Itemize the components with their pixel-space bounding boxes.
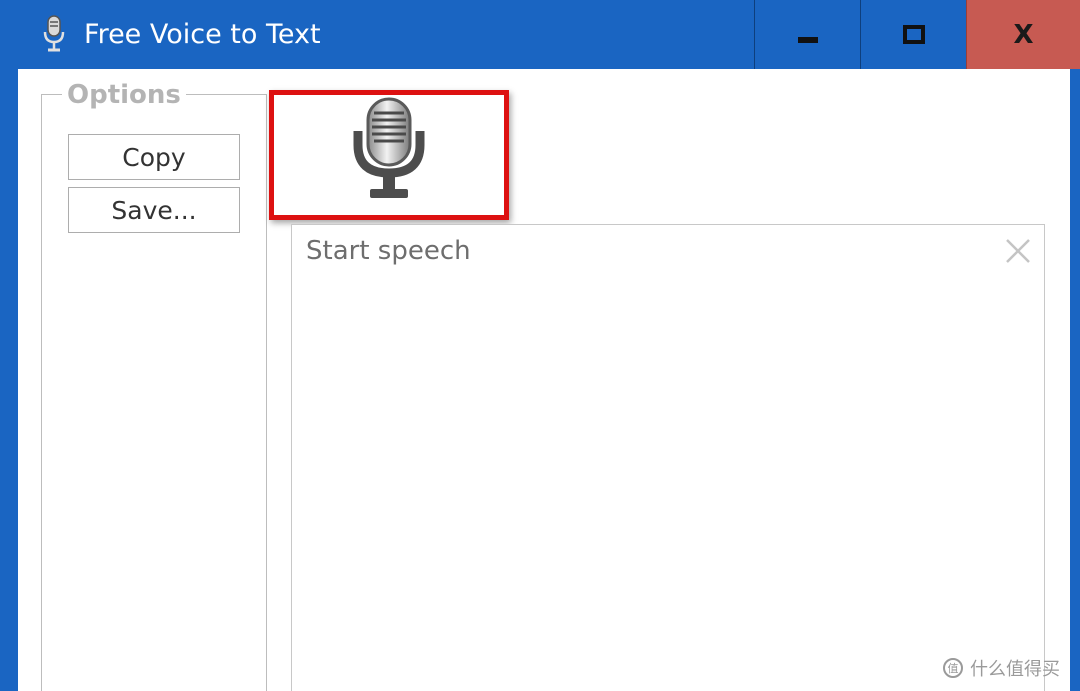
window-title: Free Voice to Text <box>84 19 321 50</box>
client-area: Options Copy Save... Start speech 值 什么值得… <box>18 69 1070 691</box>
window-border-right <box>1070 69 1080 691</box>
speech-text-area[interactable]: Start speech <box>291 224 1045 691</box>
options-groupbox <box>41 94 267 691</box>
maximize-button[interactable] <box>860 0 966 69</box>
maximize-icon <box>902 24 925 44</box>
speech-placeholder: Start speech <box>306 236 471 266</box>
close-button-label: X <box>1013 19 1034 50</box>
options-legend: Options <box>62 79 186 111</box>
svg-text:值: 值 <box>948 662 959 675</box>
close-button[interactable]: X <box>966 0 1080 69</box>
minimize-button[interactable] <box>754 0 860 69</box>
app-microphone-icon <box>43 15 65 52</box>
watermark-text: 什么值得买 <box>970 659 1060 680</box>
microphone-icon[interactable] <box>344 95 434 205</box>
watermark-logo-icon: 值 <box>943 658 963 678</box>
window-border-left <box>0 69 18 691</box>
title-bar[interactable]: Free Voice to Text X <box>0 0 1080 69</box>
minimize-icon <box>797 36 818 43</box>
save-button[interactable]: Save... <box>68 187 240 233</box>
close-icon[interactable] <box>1002 235 1034 267</box>
watermark: 值 什么值得买 <box>942 655 1060 681</box>
app-window: Free Voice to Text X Options Copy Save..… <box>0 0 1080 691</box>
copy-button[interactable]: Copy <box>68 134 240 180</box>
microphone-highlight-box <box>269 90 509 220</box>
